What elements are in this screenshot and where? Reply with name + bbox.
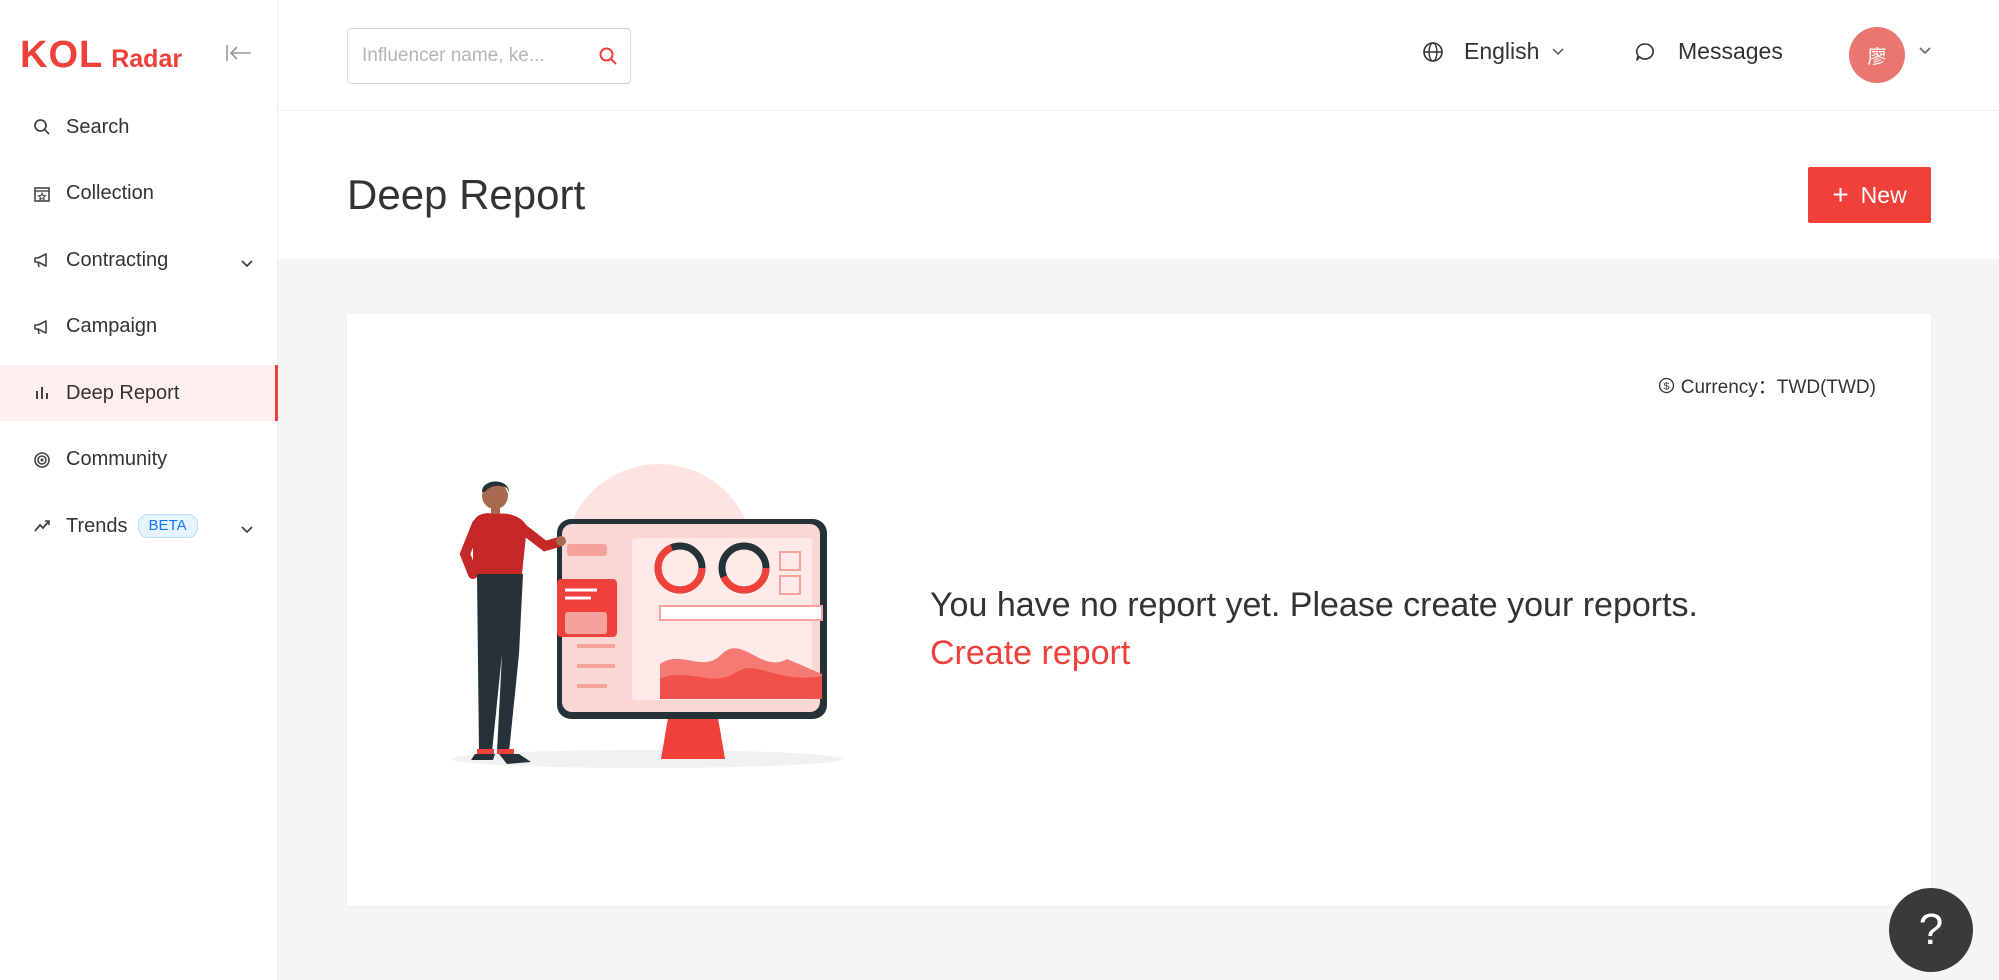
avatar[interactable]: 廖 xyxy=(1849,27,1905,83)
language-selector[interactable]: English xyxy=(1422,38,1565,65)
sidebar-item-contracting[interactable]: Contracting xyxy=(0,232,278,288)
topbar: English Messages 廖 xyxy=(278,0,1999,111)
bar-chart-icon xyxy=(32,383,52,403)
new-button-label: New xyxy=(1860,181,1907,208)
plus-icon: + xyxy=(1832,179,1849,210)
sidebar-item-label: Trends xyxy=(66,514,128,537)
messages-label: Messages xyxy=(1678,38,1783,64)
trend-icon xyxy=(32,516,52,536)
brand-logo[interactable]: KOL Radar xyxy=(20,34,182,77)
svg-text:$: $ xyxy=(1663,381,1669,393)
chevron-down-icon xyxy=(240,252,254,275)
create-report-link[interactable]: Create report xyxy=(930,634,1130,673)
empty-state-card: $ Currency：TWD(TWD) You have no report y… xyxy=(347,314,1931,906)
sidebar-nav: Search Collection Contracting Campaign D… xyxy=(0,99,278,565)
search-icon[interactable] xyxy=(598,46,618,71)
sidebar-item-label: Deep Report xyxy=(66,381,180,404)
language-label: English xyxy=(1464,38,1540,64)
sidebar-item-label: Campaign xyxy=(66,315,158,337)
empty-report-illustration xyxy=(452,464,842,768)
search-input[interactable] xyxy=(362,45,582,67)
sidebar-item-deep-report[interactable]: Deep Report xyxy=(0,365,278,421)
chevron-down-icon[interactable] xyxy=(1918,46,1932,56)
sidebar-item-trends[interactable]: Trends BETA xyxy=(0,498,278,554)
globe-icon xyxy=(1422,41,1444,63)
dollar-circle-icon: $ xyxy=(1658,377,1675,394)
sidebar-item-label: Contracting xyxy=(66,248,169,271)
logo-kol: KOL xyxy=(20,34,104,76)
search-icon xyxy=(32,117,52,137)
collapse-left-icon xyxy=(226,45,251,61)
sidebar-item-community[interactable]: Community xyxy=(0,432,278,488)
currency-label: Currency：TWD(TWD) xyxy=(1680,377,1876,398)
logo-radar: Radar xyxy=(111,45,183,73)
page-title: Deep Report xyxy=(347,171,586,218)
new-report-button[interactable]: + New xyxy=(1808,167,1931,223)
empty-state-message: You have no report yet. Please create yo… xyxy=(930,586,1698,624)
sidebar-item-search[interactable]: Search xyxy=(0,99,278,155)
sidebar-item-label: Community xyxy=(66,448,168,470)
search-box[interactable] xyxy=(347,28,631,84)
sidebar-item-label: Collection xyxy=(66,182,154,204)
megaphone-icon xyxy=(32,250,52,270)
beta-badge: BETA xyxy=(137,514,198,538)
currency-indicator: $ Currency：TWD(TWD) xyxy=(1658,372,1876,399)
sidebar-item-collection[interactable]: Collection xyxy=(0,166,278,222)
sidebar: KOL Radar Search Collection Contracting xyxy=(0,0,278,980)
collapse-sidebar-button[interactable] xyxy=(224,40,254,66)
megaphone-icon xyxy=(32,317,52,337)
help-button[interactable]: ? xyxy=(1889,888,1973,972)
target-icon xyxy=(32,450,52,470)
chevron-down-icon xyxy=(240,518,254,541)
collection-icon xyxy=(32,184,52,204)
chevron-down-icon xyxy=(1551,47,1565,57)
message-icon xyxy=(1634,41,1656,63)
page-header: Deep Report + New xyxy=(278,111,1999,259)
sidebar-item-label: Search xyxy=(66,115,130,138)
messages-button[interactable]: Messages xyxy=(1634,38,1783,65)
sidebar-item-campaign[interactable]: Campaign xyxy=(0,299,278,355)
